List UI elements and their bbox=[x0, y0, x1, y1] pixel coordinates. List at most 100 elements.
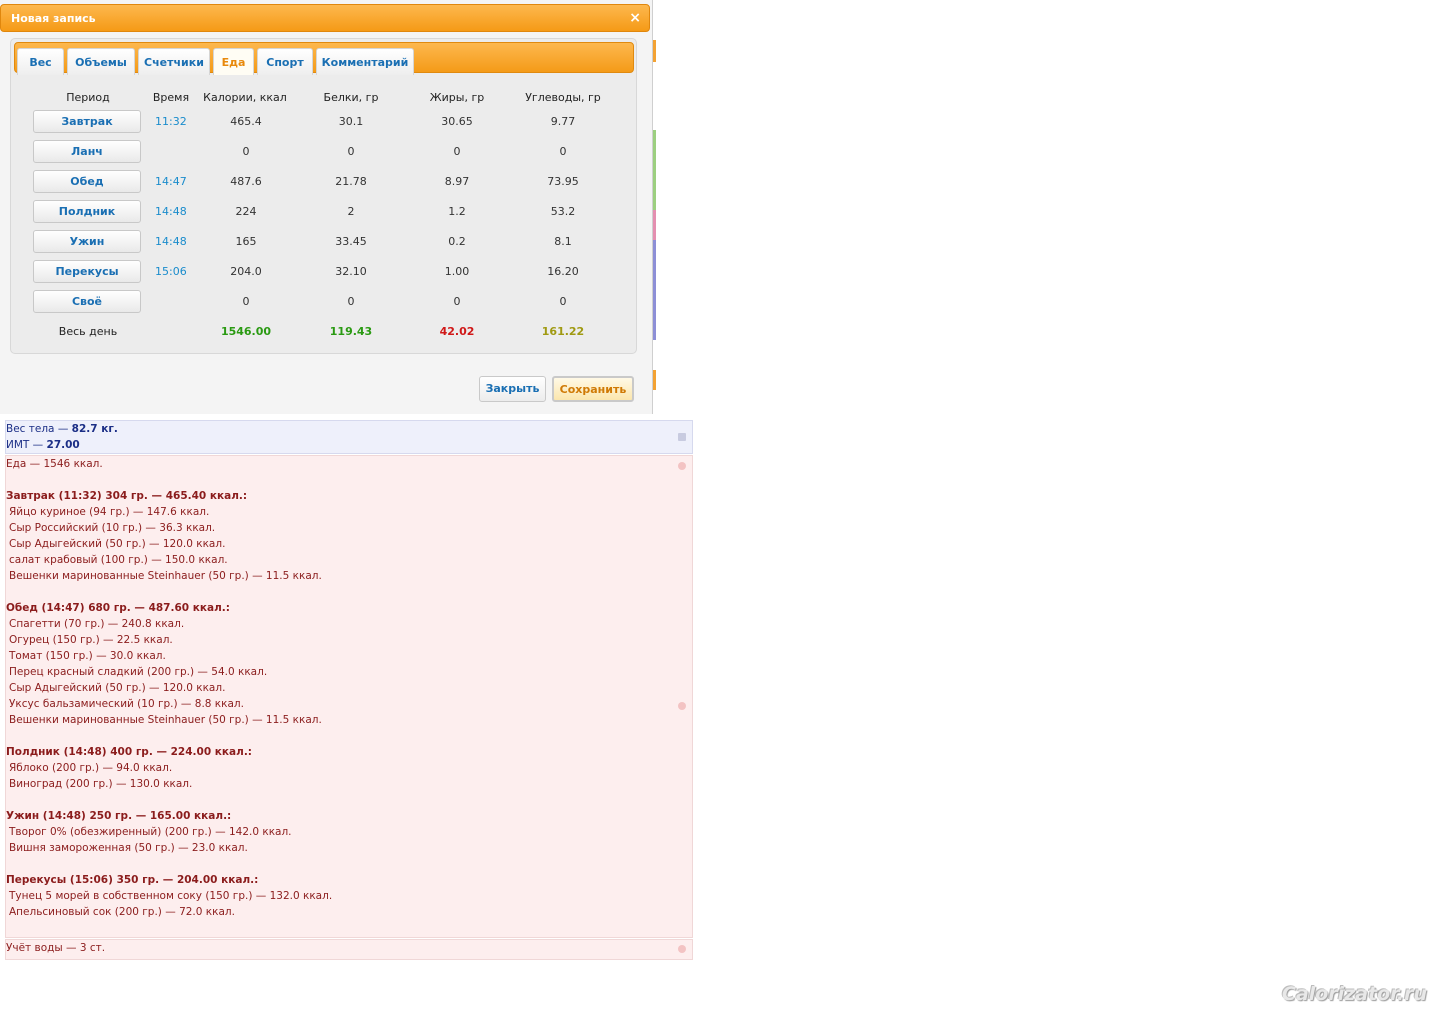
food-summary: Еда — 1546 ккал. bbox=[6, 458, 103, 470]
save-button[interactable]: Сохранить bbox=[552, 376, 634, 402]
total-protein: 119.43 bbox=[329, 325, 373, 338]
delete-icon[interactable] bbox=[678, 433, 686, 441]
watermark-logo: Calorizator.ru bbox=[1282, 983, 1428, 1005]
cell-kcal: 165 bbox=[235, 235, 257, 248]
food-item: Огурец (150 гр.) — 22.5 ккал. bbox=[9, 634, 173, 646]
food-panel: Вес Объемы Счетчики Еда Спорт Комментари… bbox=[10, 38, 637, 354]
food-section: Еда — 1546 ккал. Завтрак (11:32) 304 гр. … bbox=[5, 455, 693, 938]
cell-carbs: 8.1 bbox=[554, 235, 572, 248]
cell-fat: 0.2 bbox=[448, 235, 466, 248]
cell-carbs: 16.20 bbox=[547, 265, 579, 278]
cell-fat: 8.97 bbox=[444, 175, 470, 188]
header-carbs: Углеводы, гр bbox=[525, 91, 601, 104]
header-fat: Жиры, гр bbox=[429, 91, 485, 104]
cell-protein: 33.45 bbox=[335, 235, 367, 248]
period-button[interactable]: Полдник bbox=[33, 200, 141, 223]
cell-kcal: 465.4 bbox=[230, 115, 262, 128]
tab-comment[interactable]: Комментарий bbox=[316, 48, 414, 75]
dialog-title: Новая запись bbox=[11, 12, 96, 25]
edit-icon[interactable] bbox=[678, 702, 686, 710]
food-item: Уксус бальзамический (10 гр.) — 8.8 ккал… bbox=[9, 698, 244, 710]
cell-carbs: 0 bbox=[559, 295, 567, 308]
close-button[interactable]: Закрыть bbox=[479, 376, 546, 402]
total-fat: 42.02 bbox=[439, 325, 475, 338]
food-item: Яблоко (200 гр.) — 94.0 ккал. bbox=[9, 762, 173, 774]
cell-kcal: 487.6 bbox=[230, 175, 262, 188]
tab-food[interactable]: Еда bbox=[213, 48, 254, 75]
tab-counters[interactable]: Счетчики bbox=[138, 48, 210, 75]
cell-protein: 0 bbox=[347, 145, 355, 158]
food-item: Сыр Адыгейский (50 гр.) — 120.0 ккал. bbox=[9, 682, 226, 694]
total-carbs: 161.22 bbox=[541, 325, 585, 338]
bmi-line: ИМТ — 27.00 bbox=[6, 439, 80, 451]
cell-kcal: 0 bbox=[242, 295, 250, 308]
food-item: Спагетти (70 гр.) — 240.8 ккал. bbox=[9, 618, 185, 630]
period-button[interactable]: Перекусы bbox=[33, 260, 141, 283]
total-label: Весь день bbox=[58, 325, 118, 338]
cell-fat: 0 bbox=[453, 295, 461, 308]
food-item: Апельсиновый сок (200 гр.) — 72.0 ккал. bbox=[9, 906, 235, 918]
cell-kcal: 0 bbox=[242, 145, 250, 158]
food-item: салат крабовый (100 гр.) — 150.0 ккал. bbox=[9, 554, 228, 566]
food-item: Тунец 5 морей в собственном соку (150 гр… bbox=[9, 890, 333, 902]
meal-header: Ужин (14:48) 250 гр. — 165.00 ккал.: bbox=[6, 810, 232, 822]
cell-carbs: 0 bbox=[559, 145, 567, 158]
cell-fat: 1.2 bbox=[448, 205, 466, 218]
time-link[interactable]: 14:48 bbox=[155, 235, 187, 248]
cell-protein: 30.1 bbox=[338, 115, 364, 128]
weight-value: 82.7 кг. bbox=[71, 423, 118, 435]
period-button[interactable]: Ужин bbox=[33, 230, 141, 253]
water-line: Учёт воды — 3 ст. bbox=[6, 942, 106, 954]
header-protein: Белки, гр bbox=[323, 91, 379, 104]
bmi-value: 27.00 bbox=[46, 439, 80, 451]
cell-protein: 2 bbox=[347, 205, 355, 218]
cell-fat: 30.65 bbox=[441, 115, 473, 128]
edit-icon[interactable] bbox=[678, 462, 686, 470]
time-link[interactable]: 15:06 bbox=[155, 265, 187, 278]
water-section: Учёт воды — 3 ст. bbox=[5, 939, 693, 960]
edit-icon[interactable] bbox=[678, 945, 686, 953]
cell-carbs: 9.77 bbox=[550, 115, 576, 128]
header-time: Время bbox=[152, 91, 190, 104]
food-item: Виноград (200 гр.) — 130.0 ккал. bbox=[9, 778, 193, 790]
header-period: Период bbox=[66, 91, 110, 104]
cell-protein: 32.10 bbox=[335, 265, 367, 278]
meal-header: Перекусы (15:06) 350 гр. — 204.00 ккал.: bbox=[6, 874, 259, 886]
cell-carbs: 73.95 bbox=[547, 175, 579, 188]
weight-label: Вес тела — bbox=[6, 423, 72, 435]
meal-header: Полдник (14:48) 400 гр. — 224.00 ккал.: bbox=[6, 746, 253, 758]
weight-line: Вес тела — 82.7 кг. bbox=[6, 423, 118, 435]
new-entry-dialog: Новая запись × Вес Объемы Счетчики Еда С… bbox=[0, 0, 653, 414]
dialog-titlebar: Новая запись × bbox=[0, 4, 650, 32]
header-kcal: Калории, ккал bbox=[203, 91, 287, 104]
period-button[interactable]: Обед bbox=[33, 170, 141, 193]
food-item: Творог 0% (обезжиренный) (200 гр.) — 142… bbox=[9, 826, 292, 838]
cell-fat: 1.00 bbox=[444, 265, 470, 278]
weight-section: Вес тела — 82.7 кг. ИМТ — 27.00 bbox=[5, 420, 693, 454]
cell-protein: 0 bbox=[347, 295, 355, 308]
time-link[interactable]: 11:32 bbox=[155, 115, 187, 128]
tab-weight[interactable]: Вес bbox=[17, 48, 64, 75]
cell-kcal: 224 bbox=[235, 205, 257, 218]
cell-protein: 21.78 bbox=[335, 175, 367, 188]
close-icon[interactable]: × bbox=[629, 10, 641, 26]
total-kcal: 1546.00 bbox=[220, 325, 272, 338]
period-button[interactable]: Завтрак bbox=[33, 110, 141, 133]
tab-bar: Вес Объемы Счетчики Еда Спорт Комментари… bbox=[14, 42, 634, 75]
bmi-label: ИМТ — bbox=[6, 439, 47, 451]
period-button[interactable]: Своё bbox=[33, 290, 141, 313]
time-link[interactable]: 14:47 bbox=[155, 175, 187, 188]
food-item: Яйцо куриное (94 гр.) — 147.6 ккал. bbox=[9, 506, 210, 518]
food-item: Томат (150 гр.) — 30.0 ккал. bbox=[9, 650, 166, 662]
food-item: Сыр Российский (10 гр.) — 36.3 ккал. bbox=[9, 522, 216, 534]
cell-fat: 0 bbox=[453, 145, 461, 158]
cell-kcal: 204.0 bbox=[230, 265, 262, 278]
meal-header: Обед (14:47) 680 гр. — 487.60 ккал.: bbox=[6, 602, 230, 614]
tab-volumes[interactable]: Объемы bbox=[67, 48, 135, 75]
food-item: Вешенки маринованные Steinhauer (50 гр.)… bbox=[9, 714, 322, 726]
food-item: Перец красный сладкий (200 гр.) — 54.0 к… bbox=[9, 666, 268, 678]
tab-sport[interactable]: Спорт bbox=[257, 48, 313, 75]
period-button[interactable]: Ланч bbox=[33, 140, 141, 163]
food-item: Вешенки маринованные Steinhauer (50 гр.)… bbox=[9, 570, 322, 582]
time-link[interactable]: 14:48 bbox=[155, 205, 187, 218]
